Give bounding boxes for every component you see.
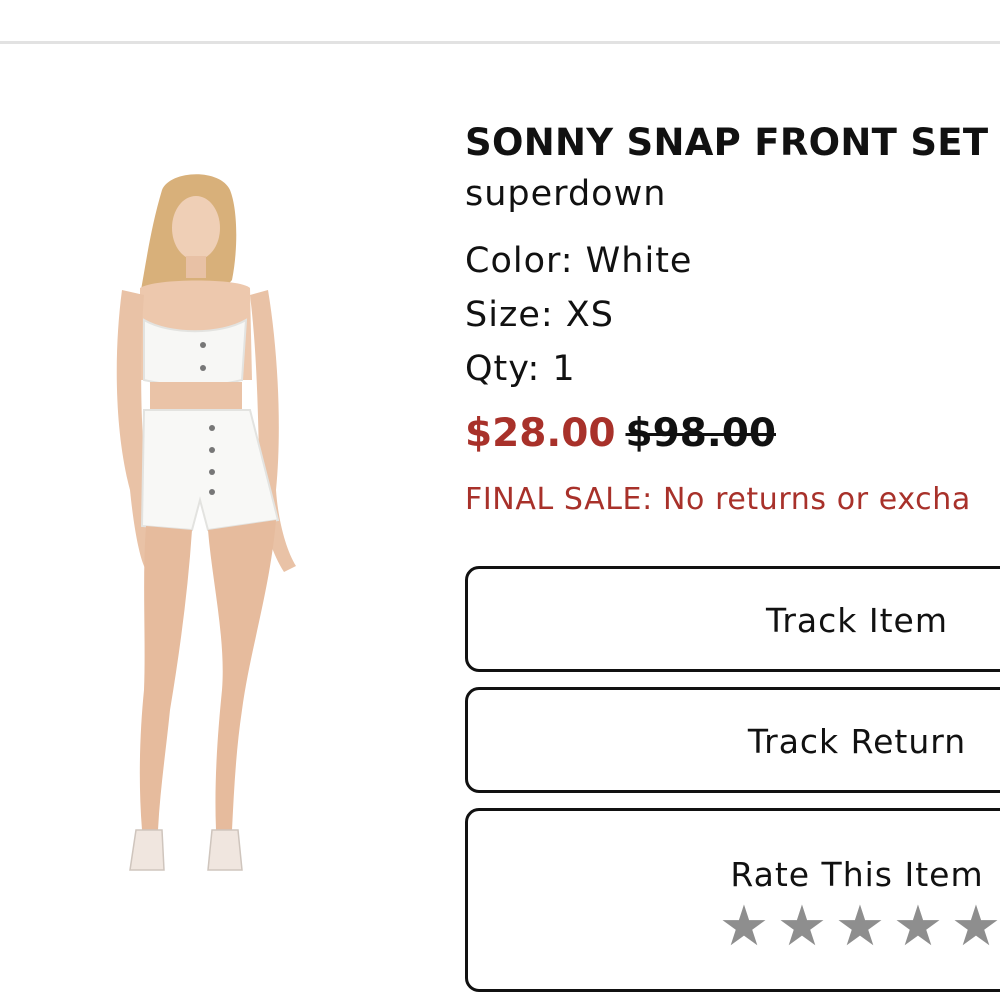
track-return-label: Track Return <box>747 722 967 761</box>
track-item-label: Track Item <box>766 601 948 640</box>
track-return-button[interactable]: Track Return <box>465 687 1000 793</box>
product-size: Size: XS <box>465 295 614 335</box>
product-color: Color: White <box>465 241 693 281</box>
rate-item-box: Rate This Item ★ ★ ★ ★ ★ <box>465 808 1000 992</box>
price-row: $28.00 $98.00 <box>465 404 1000 464</box>
rate-item-label: Rate This Item <box>730 855 984 894</box>
star-icon[interactable]: ★ <box>832 897 890 957</box>
star-icon[interactable]: ★ <box>774 897 832 957</box>
star-icon[interactable]: ★ <box>890 897 948 957</box>
sale-price: $28.00 <box>465 411 616 456</box>
product-brand: superdown <box>465 174 667 214</box>
product-details: SONNY SNAP FRONT SET superdown Color: Wh… <box>465 118 1000 1000</box>
star-icon[interactable]: ★ <box>716 897 774 957</box>
final-sale-notice: FINAL SALE: No returns or excha <box>465 482 971 517</box>
star-icon[interactable]: ★ <box>948 897 1000 957</box>
product-qty: Qty: 1 <box>465 349 576 389</box>
product-title: SONNY SNAP FRONT SET <box>465 121 989 164</box>
original-price: $98.00 <box>625 411 777 456</box>
product-image <box>116 174 296 871</box>
track-item-button[interactable]: Track Item <box>465 566 1000 672</box>
top-divider <box>0 41 1000 44</box>
rating-stars: ★ ★ ★ ★ ★ <box>716 897 1000 957</box>
